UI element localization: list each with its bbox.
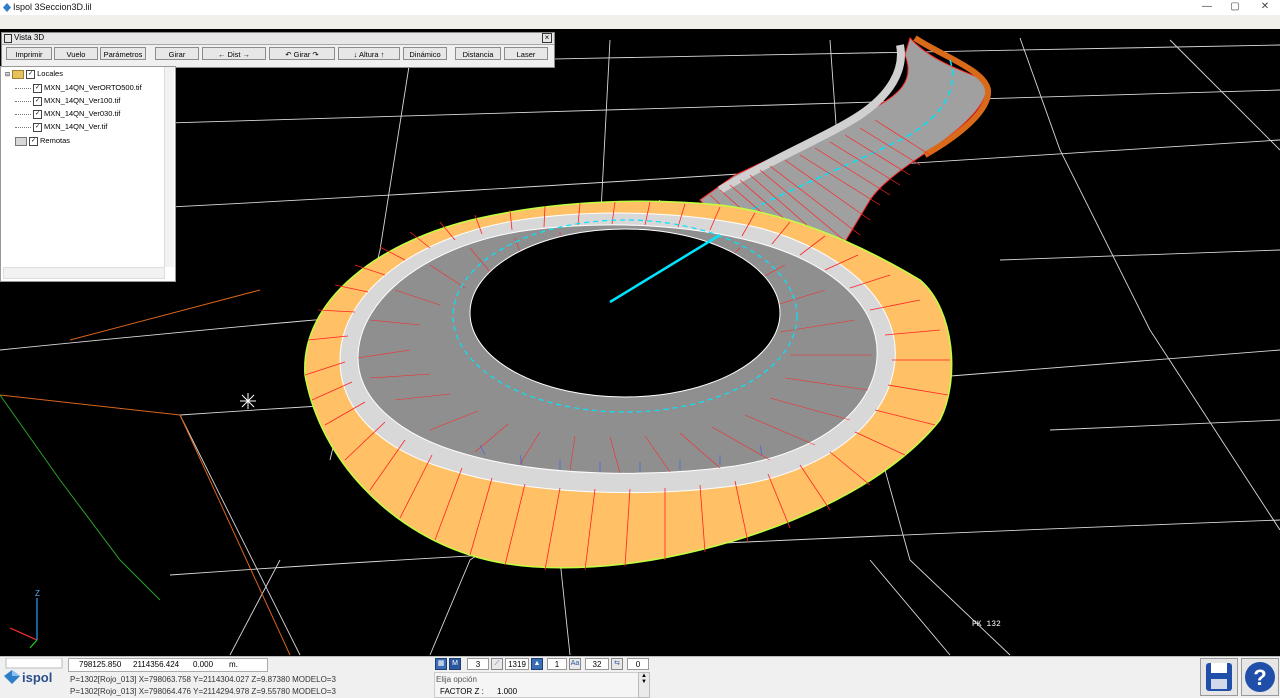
tree-file-3[interactable]: ✓ MXN_14QN_Ver030.tif <box>15 109 120 120</box>
dist-button[interactable]: ← Dist → <box>202 47 266 60</box>
viewport-3d[interactable]: Z PK 132 <box>0 29 1280 656</box>
vista3d-title: Vista 3D <box>14 33 45 42</box>
terrain-contours <box>0 289 291 656</box>
coordinate-readout: 798125.850 2114356.424 0.000 m. <box>68 658 268 672</box>
horizontal-scrollbar[interactable] <box>3 267 165 279</box>
value-1[interactable]: 3 <box>467 658 489 670</box>
maximize-button[interactable]: ▢ <box>1226 1 1244 13</box>
girar-button[interactable]: Girar <box>155 47 199 60</box>
coord-z: 0.000 <box>193 660 214 669</box>
svg-text:?: ? <box>1253 665 1266 690</box>
factor-z-value: 1.000 <box>497 687 518 696</box>
coord-y: 2114356.424 <box>133 660 180 669</box>
model-m-button[interactable]: M <box>449 658 461 670</box>
status-line-1: P=1302[Rojo_013] X=798063.758 Y=2114304.… <box>70 675 336 684</box>
floppy-icon <box>1206 663 1232 691</box>
value-2[interactable]: 1319 <box>505 658 529 670</box>
axis-gizmo <box>9 598 38 649</box>
text-size-icon[interactable]: Aa <box>569 658 581 670</box>
menu-strip <box>0 15 1280 29</box>
vista3d-close-button[interactable]: × <box>542 33 552 43</box>
factor-z-label: FACTOR Z : <box>440 687 484 696</box>
status-line-2: P=1302[Rojo_013] X=798064.476 Y=2114294.… <box>70 687 336 696</box>
checkbox-file-4[interactable]: ✓ <box>33 122 42 132</box>
value-4[interactable]: 32 <box>585 658 609 670</box>
file-label: MXN_14QN_Ver030.tif <box>44 109 121 118</box>
checkbox-file-3[interactable]: ✓ <box>33 109 42 119</box>
ispol-logo: ispol <box>4 658 63 685</box>
axis-z-label: Z <box>35 589 40 598</box>
help-button[interactable]: ? <box>1241 658 1279 696</box>
app-logo-icon <box>3 3 11 12</box>
checkbox-locales[interactable]: ✓ <box>26 69 36 79</box>
checkbox-file-1[interactable]: ✓ <box>33 83 42 93</box>
folder-icon <box>12 69 25 79</box>
tree-label: Remotas <box>40 136 71 145</box>
coord-unit: m. <box>229 660 238 669</box>
value-5[interactable]: 0 <box>627 658 649 670</box>
swap-icon[interactable]: ⇆ <box>611 658 623 670</box>
tree-file-4[interactable]: ✓ MXN_14QN_Ver.tif <box>15 122 107 133</box>
triangle-icon[interactable]: ▲ <box>531 658 543 670</box>
girar-rotate-button[interactable]: ↶ Girar ↷ <box>269 47 335 60</box>
tree-file-2[interactable]: ✓ MXN_14QN_Ver100.tif <box>15 96 120 107</box>
file-label: MXN_14QN_Ver100.tif <box>44 96 121 105</box>
value-3[interactable]: 1 <box>547 658 567 670</box>
title-bar: Ispol 3Seccion3D.lil — ▢ ✕ <box>0 0 1280 16</box>
tree-node-locales[interactable]: ⊟ ✓ Locales <box>5 69 63 80</box>
station-label: PK 132 <box>972 620 1001 629</box>
distancia-button[interactable]: Distancia <box>455 47 501 60</box>
close-button[interactable]: ✕ <box>1256 1 1274 13</box>
layer-tree-panel: ⊟ ✓ Locales ✓ MXN_14QN_VerORTO500.tif ✓ MXN… <box>0 66 176 282</box>
tree-node-remotas[interactable]: ✓ Remotas <box>15 136 70 147</box>
vista3d-caption: Vista 3D × <box>2 33 554 45</box>
vuelo-button[interactable]: Vuelo <box>54 47 98 60</box>
file-label: MXN_14QN_VerORTO500.tif <box>44 83 142 92</box>
help-icon: ? <box>1245 662 1275 692</box>
roundabout <box>304 200 953 571</box>
parametros-button[interactable]: Parámetros <box>100 47 146 60</box>
minimize-button[interactable]: — <box>1198 1 1216 13</box>
logo-text: ispol <box>22 670 52 685</box>
window-title: Ispol 3Seccion3D.lil <box>13 2 92 12</box>
file-label: MXN_14QN_Ver.tif <box>44 122 108 131</box>
checkbox-remotas[interactable]: ✓ <box>29 136 38 146</box>
pin-icon[interactable] <box>4 34 12 43</box>
coord-x: 798125.850 <box>79 660 122 669</box>
dinamico-button[interactable]: Dinámico <box>403 47 447 60</box>
option-prompt: Elija opción <box>436 675 477 684</box>
imprimir-button[interactable]: Imprimir <box>6 47 52 60</box>
altura-button[interactable]: ↓ Altura ↑ <box>338 47 400 60</box>
tree-label: Locales <box>37 69 63 78</box>
network-icon <box>15 136 27 146</box>
laser-button[interactable]: Laser <box>504 47 548 60</box>
vertical-scrollbar[interactable] <box>164 67 174 267</box>
cursor-marker <box>240 393 256 409</box>
tree-file-1[interactable]: ✓ MXN_14QN_VerORTO500.tif <box>15 83 142 94</box>
option-scrollbar[interactable]: ▲ ▼ <box>638 672 650 698</box>
checkbox-file-2[interactable]: ✓ <box>33 96 42 106</box>
save-button[interactable] <box>1200 658 1238 696</box>
line-icon[interactable]: ⟋ <box>491 658 503 670</box>
vista3d-toolbar: Vista 3D × Imprimir Vuelo Parámetros Gir… <box>1 32 555 68</box>
layers-icon[interactable]: ▦ <box>435 658 447 670</box>
